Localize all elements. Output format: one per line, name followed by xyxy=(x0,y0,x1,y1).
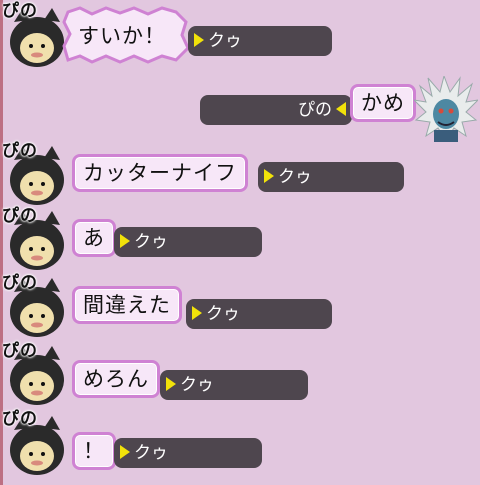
arrow-right-icon xyxy=(120,445,130,459)
message-bubble: めろん xyxy=(72,360,160,398)
chat-message-row: ぴの あ クゥ xyxy=(0,205,480,273)
arrow-right-icon xyxy=(264,169,274,183)
message-text: すいか！ xyxy=(78,24,166,48)
message-text: めろん xyxy=(83,367,149,391)
chat-message-row: ぴの かめ xyxy=(0,74,480,142)
message-bubble: 間違えた xyxy=(72,286,182,324)
speaker-name: ぴの xyxy=(2,206,38,226)
chat-message-row: ぴの カッターナイフ クゥ xyxy=(0,140,480,208)
chat-message-row: ぴの すいか！ クゥ xyxy=(0,0,480,68)
arrow-left-icon xyxy=(336,102,346,116)
speaker-name: ぴの xyxy=(2,273,38,293)
message-text: カッターナイフ xyxy=(83,161,237,185)
speaker-name: ぴの xyxy=(2,141,38,161)
message-text: かめ xyxy=(361,91,405,115)
speaker-name: ぴの xyxy=(2,341,38,361)
reply-target-name: クゥ xyxy=(134,443,168,463)
reply-target-bar: クゥ xyxy=(160,370,308,400)
reply-target-bar: クゥ xyxy=(114,438,262,468)
reply-target-bar: ぴの xyxy=(200,95,352,125)
message-text: 間違えた xyxy=(83,293,171,317)
reply-target-bar: クゥ xyxy=(188,26,332,56)
reply-target-name: クゥ xyxy=(278,167,312,187)
message-bubble: ！ xyxy=(72,432,116,470)
reply-target-name: クゥ xyxy=(134,232,168,252)
speaker-name: ぴの xyxy=(2,409,38,429)
chat-message-row: ぴの 間違えた クゥ xyxy=(0,272,480,340)
reply-target-name: クゥ xyxy=(180,375,214,395)
reply-target-bar: クゥ xyxy=(114,227,262,257)
message-text: あ xyxy=(83,226,105,250)
message-bubble: カッターナイフ xyxy=(72,154,248,192)
message-bubble: あ xyxy=(72,219,116,257)
arrow-right-icon xyxy=(166,377,176,391)
chat-message-row: ぴの めろん クゥ xyxy=(0,340,480,408)
white-hair-monster-avatar-icon xyxy=(414,76,478,142)
message-bubble: かめ xyxy=(350,84,416,122)
reply-target-bar: クゥ xyxy=(186,299,332,329)
reply-target-bar: クゥ xyxy=(258,162,404,192)
arrow-right-icon xyxy=(192,306,202,320)
message-text: ！ xyxy=(83,439,105,463)
arrow-right-icon xyxy=(194,33,204,47)
chat-message-row: ぴの ！ クゥ xyxy=(0,408,480,476)
reply-target-name: ぴの xyxy=(298,100,332,120)
reply-target-name: クゥ xyxy=(208,31,242,51)
arrow-right-icon xyxy=(120,234,130,248)
speaker-name: ぴの xyxy=(2,1,38,21)
reply-target-name: クゥ xyxy=(206,304,240,324)
